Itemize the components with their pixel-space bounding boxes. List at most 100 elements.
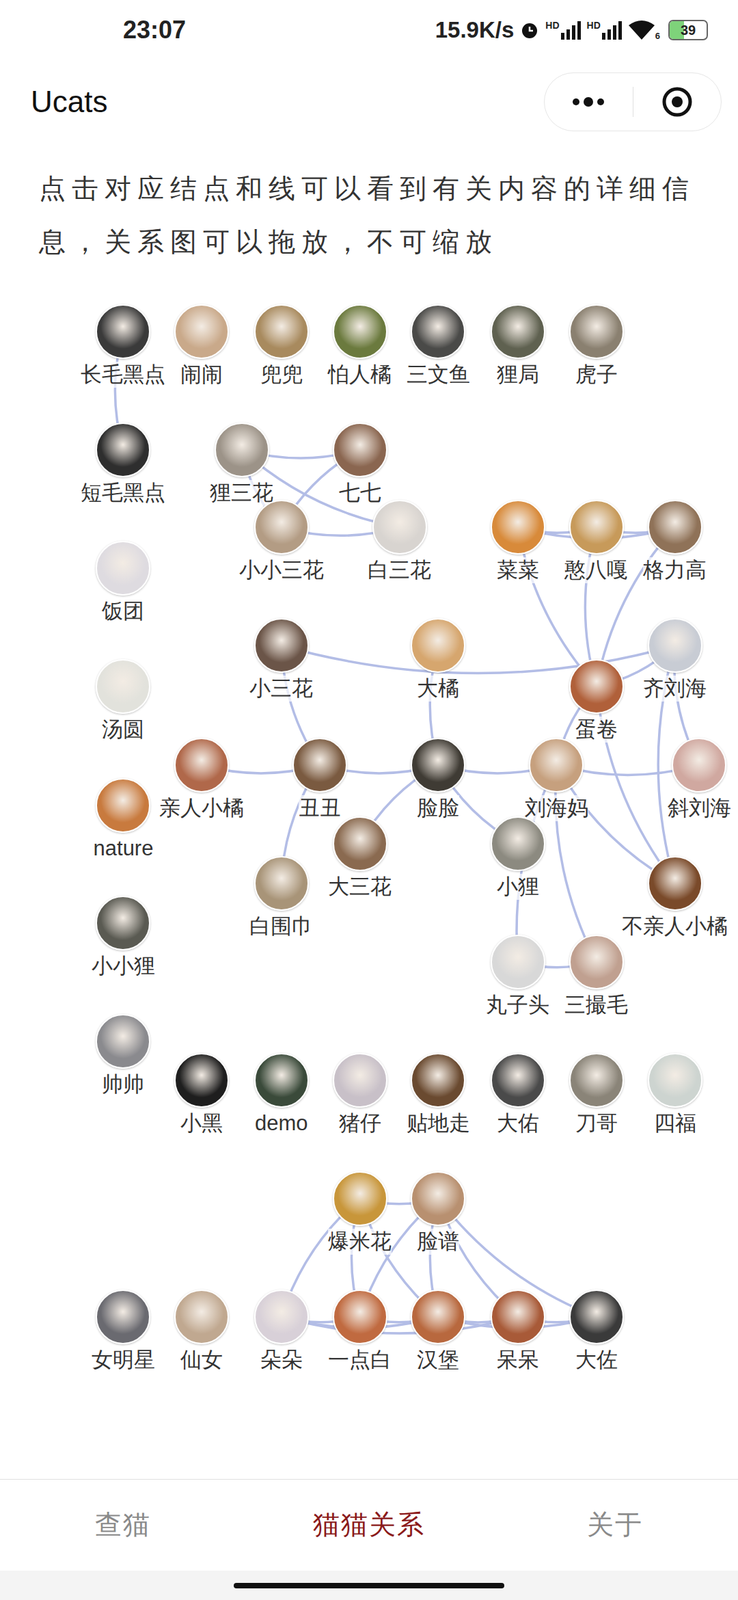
cat-name: 小黑 — [180, 1109, 223, 1136]
tab-label: 查猫 — [94, 1504, 152, 1545]
cat-photo — [174, 1052, 229, 1107]
more-button[interactable] — [544, 97, 633, 107]
cat-photo — [174, 304, 229, 359]
cat-name: 长毛黑点 — [80, 361, 166, 388]
cat-name: 短毛黑点 — [80, 479, 166, 506]
cat-node[interactable]: 贴地走 — [376, 1052, 500, 1136]
cat-name: 七七 — [338, 479, 382, 506]
relation-graph[interactable]: 长毛黑点闹闹兜兜怕人橘三文鱼狸局虎子短毛黑点 狸三花 七七小小三花白三花菜菜憨八嘎格… — [0, 273, 738, 1479]
cat-photo — [332, 422, 388, 477]
cat-photo — [95, 304, 151, 359]
cat-node[interactable]: 脸谱 — [376, 1170, 500, 1254]
cat-node[interactable]: 小黑 — [140, 1052, 264, 1136]
cat-node[interactable]: 四福 — [613, 1052, 737, 1136]
cat-node[interactable]: 猪仔 — [298, 1052, 422, 1136]
cat-node[interactable]: demo — [220, 1052, 344, 1136]
cat-node[interactable]: 小小狸 — [61, 895, 185, 979]
cat-node[interactable]: 呆呆 — [456, 1288, 580, 1373]
cat-photo — [332, 1052, 388, 1107]
cat-node[interactable]: 短毛黑点 — [61, 422, 185, 506]
cat-photo — [490, 499, 546, 555]
cat-photo — [332, 304, 388, 359]
tab-item[interactable]: 查猫 — [0, 1504, 246, 1545]
cat-name: 亲人小橘 — [159, 794, 244, 821]
cat-node[interactable]: 脸脸 — [376, 737, 500, 821]
cat-node[interactable]: 白三花 — [338, 499, 462, 583]
cat-name: 狸三花 — [209, 479, 274, 506]
cat-name: 大佑 — [496, 1109, 540, 1136]
cat-node[interactable]: 一点白 — [298, 1288, 422, 1373]
cat-node[interactable]: 兜兜 — [220, 304, 344, 388]
cat-node[interactable]: 朵朵 — [220, 1288, 344, 1373]
signal-icon — [602, 20, 623, 40]
cat-node[interactable]: 大三花 — [298, 815, 422, 900]
cat-name: 格力高 — [643, 556, 707, 583]
cat-node[interactable]: 大佐 — [535, 1288, 659, 1373]
cat-name: 闹闹 — [180, 361, 223, 388]
cat-node[interactable]: 三文鱼 — [376, 304, 500, 388]
cat-node[interactable]: 不亲人小橘 — [613, 855, 737, 939]
cat-node[interactable]: 闹闹 — [140, 304, 264, 388]
cat-photo — [95, 895, 151, 950]
cat-node[interactable]: 刘海妈 — [494, 737, 618, 821]
cat-node[interactable]: 丸子头 — [456, 934, 580, 1018]
cat-node[interactable]: 女明星 — [61, 1288, 185, 1373]
battery: 39 — [668, 19, 708, 41]
home-indicator[interactable] — [233, 1581, 505, 1588]
cat-node[interactable]: 蛋卷 — [535, 658, 659, 743]
cat-node[interactable]: 刀哥 — [535, 1052, 659, 1136]
cat-name: 齐刘海 — [643, 675, 707, 702]
cat-node[interactable]: 斜刘海 — [637, 737, 738, 821]
cat-node[interactable]: 大佑 — [456, 1052, 580, 1136]
cat-node[interactable]: 小小三花 — [220, 499, 344, 583]
tab-item[interactable]: 猫猫关系 — [246, 1504, 492, 1545]
cat-node[interactable]: nature — [61, 777, 185, 861]
wifi-badge: 6 — [655, 31, 661, 41]
cat-photo — [332, 815, 388, 871]
tab-label: 关于 — [586, 1504, 644, 1545]
cat-photo — [95, 777, 151, 833]
cat-name: 小小三花 — [239, 556, 324, 583]
cat-node[interactable]: 汤圆 — [61, 658, 185, 743]
cat-node[interactable]: 丑丑 — [258, 737, 382, 821]
cat-node[interactable]: 狸三花 — [180, 422, 304, 506]
cat-node[interactable]: 亲人小橘 — [140, 737, 264, 821]
cat-node[interactable]: 小狸 — [456, 815, 580, 900]
cat-node[interactable]: 汉堡 — [376, 1288, 500, 1373]
cat-name: 小狸 — [496, 873, 540, 900]
cat-node[interactable]: 小三花 — [220, 617, 344, 702]
tab-item[interactable]: 关于 — [492, 1504, 738, 1545]
relation-line[interactable] — [281, 1316, 518, 1333]
cat-name: 帅帅 — [101, 1070, 145, 1097]
cat-photo — [174, 737, 229, 792]
cat-node[interactable]: 菜菜 — [456, 499, 580, 583]
cat-node[interactable]: 长毛黑点 — [61, 304, 185, 388]
cat-node[interactable]: 帅帅 — [61, 1013, 185, 1097]
capsule-divider — [632, 86, 634, 117]
cat-name: 四福 — [653, 1109, 697, 1136]
cat-node[interactable]: 仙女 — [140, 1288, 264, 1373]
cat-node[interactable]: 怕人橘 — [298, 304, 422, 388]
cat-node[interactable]: 憨八嘎 — [535, 499, 659, 583]
cat-node[interactable]: 虎子 — [535, 304, 659, 388]
cat-photo — [647, 1052, 703, 1107]
cat-photo — [410, 1052, 466, 1107]
cat-node[interactable]: 三撮毛 — [535, 934, 659, 1018]
cat-name: 呆呆 — [496, 1346, 540, 1373]
cat-node[interactable]: 齐刘海 — [613, 617, 737, 702]
cat-node[interactable]: 大橘 — [376, 617, 500, 702]
cat-photo — [647, 499, 703, 555]
cat-node[interactable]: 爆米花 — [298, 1170, 422, 1254]
cat-name: 三文鱼 — [406, 361, 471, 388]
cat-photo — [410, 1288, 466, 1344]
cat-node[interactable]: 白围巾 — [220, 855, 344, 939]
cat-node[interactable]: 狸局 — [456, 304, 580, 388]
cat-node[interactable]: 饭团 — [61, 540, 185, 624]
close-button[interactable] — [633, 85, 722, 119]
cat-name: 脸谱 — [416, 1227, 460, 1254]
cat-name: 一点白 — [328, 1346, 392, 1373]
cat-node[interactable]: 七七 — [298, 422, 422, 506]
cat-node[interactable]: 格力高 — [613, 499, 737, 583]
cat-photo — [410, 617, 466, 673]
cat-name: 小小狸 — [91, 952, 156, 979]
